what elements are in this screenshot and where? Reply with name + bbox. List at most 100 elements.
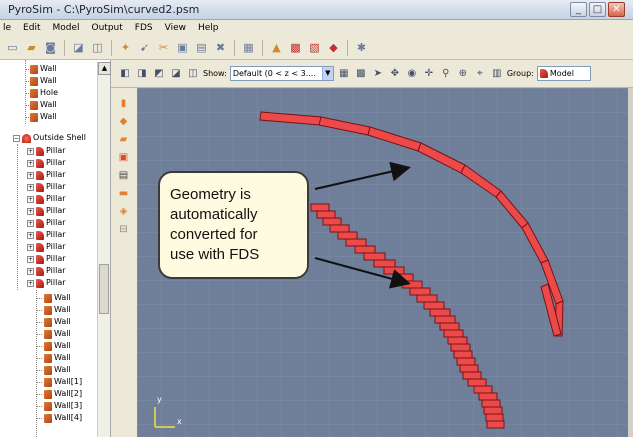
vent-tool-icon[interactable]: ▤ [117,170,130,182]
tree-item-wall[interactable]: Wall[2] [44,388,82,400]
tree-item-pillar[interactable]: + Pillar [27,145,66,157]
tree-item-pillar[interactable]: + Pillar [27,229,66,241]
menu-help[interactable]: Help [198,23,219,33]
export-icon[interactable]: ◫ [89,39,106,56]
chevron-down-icon[interactable]: ▼ [321,67,333,80]
fire-icon[interactable]: ▲ [268,39,285,56]
fds-block[interactable] [456,357,476,366]
fds-block[interactable] [345,238,367,247]
expand-icon[interactable]: + [27,195,34,203]
tree-item-pillar[interactable]: + Pillar [27,205,66,217]
menu-output[interactable]: Output [92,23,123,33]
fds-block[interactable] [373,259,396,268]
cut-icon[interactable]: ✂ [155,39,172,56]
menu-model[interactable]: Model [52,23,79,33]
fire-tool-icon[interactable]: ▬ [117,188,130,200]
fds-block[interactable] [310,203,330,212]
minimize-button[interactable]: _ [570,2,587,17]
stair-tool-icon[interactable]: ⊟ [117,224,130,236]
vent-icon[interactable]: ▧ [306,39,323,56]
expand-icon[interactable]: + [27,219,34,227]
tree-item-pillar[interactable]: + Pillar [27,253,66,265]
slab-tool-icon[interactable]: ▰ [117,134,130,146]
save-icon[interactable]: ◙ [42,39,59,56]
expand-icon[interactable]: + [27,231,34,239]
fds-block[interactable] [453,350,473,359]
menu-view[interactable]: View [165,23,186,33]
close-button[interactable]: ✕ [608,2,625,17]
fds-block[interactable] [329,224,350,233]
fds-block[interactable] [322,217,342,226]
wall-tool-icon[interactable]: ▮ [117,98,130,110]
expand-icon[interactable]: + [27,159,34,167]
tree-item[interactable]: Wall [30,75,57,87]
tree-scrollbar[interactable]: ▲ [97,62,111,437]
tree-item-pillar[interactable]: + Pillar [27,277,66,289]
fds-block[interactable] [434,315,456,324]
tree-item-wall[interactable]: Wall [44,352,71,364]
tree-item[interactable]: Wall [30,63,57,75]
maximize-button[interactable]: □ [589,2,606,17]
expand-icon[interactable]: + [27,171,34,179]
fds-block[interactable] [337,231,358,240]
obstruction-icon[interactable]: ▩ [287,39,304,56]
tree-item-wall[interactable]: Wall[3] [44,400,82,412]
fds-block[interactable] [439,322,460,331]
tree-item[interactable]: Wall [30,111,57,123]
tree-item-wall[interactable]: Wall[4] [44,412,82,424]
expand-icon[interactable]: + [27,207,34,215]
pointer-icon[interactable]: ➹ [136,39,153,56]
fds-block[interactable] [363,252,386,261]
fds-block[interactable] [416,294,438,303]
zoom-icon[interactable]: ⚲ [439,67,453,81]
roam-icon[interactable]: ◉ [405,67,419,81]
hole-tool-icon[interactable]: ◈ [117,206,130,218]
tree-item-wall[interactable]: Wall [44,316,71,328]
view-side-icon[interactable]: ◩ [152,67,166,81]
tree-item-wall[interactable]: Wall [44,304,71,316]
fds-block[interactable] [459,364,479,373]
zoom-box-icon[interactable]: ⊕ [456,67,470,81]
expand-icon[interactable]: + [27,279,34,287]
fds-block[interactable] [383,266,405,275]
crosshair-icon[interactable]: ⌖ [473,67,487,81]
view-back-icon[interactable]: ◨ [135,67,149,81]
tree-item-pillar[interactable]: + Pillar [27,217,66,229]
menu-fds[interactable]: FDS [135,23,153,33]
fds-block[interactable] [485,413,504,422]
tree-group-outside-shell[interactable]: − Outside Shell [13,132,86,144]
tree-item-wall[interactable]: Wall [44,340,71,352]
fds-block[interactable] [467,378,487,387]
expand-icon[interactable]: + [27,243,34,251]
expand-icon[interactable]: + [27,147,34,155]
wand-icon[interactable]: ✦ [117,39,134,56]
view-top-icon[interactable]: ◪ [169,67,183,81]
copy-icon[interactable]: ▣ [174,39,191,56]
delete-icon[interactable]: ✖ [212,39,229,56]
fds-block[interactable] [443,329,464,338]
material-icon[interactable]: ▥ [490,67,504,81]
tree-item-pillar[interactable]: + Pillar [27,157,66,169]
open-folder-icon[interactable]: ▰ [23,39,40,56]
fds-block[interactable] [429,308,451,317]
tree-item-pillar[interactable]: + Pillar [27,241,66,253]
grid-icon[interactable]: ▦ [240,39,257,56]
room-tool-icon[interactable]: ▣ [117,152,130,164]
tree-item-wall[interactable]: Wall [44,364,71,376]
fds-block[interactable] [473,385,493,394]
fds-block[interactable] [483,406,503,415]
tree-item-pillar[interactable]: + Pillar [27,265,66,277]
fds-block[interactable] [447,336,468,345]
import-icon[interactable]: ◪ [70,39,87,56]
fds-block[interactable] [423,301,445,310]
run-icon[interactable]: ✱ [353,39,370,56]
view-bottom-icon[interactable]: ◫ [186,67,200,81]
tree-item-wall[interactable]: Wall [44,328,71,340]
block-tool-icon[interactable]: ◆ [117,116,130,128]
fds-block[interactable] [450,343,471,352]
select-arrow-icon[interactable]: ➤ [371,67,385,81]
tree-item-pillar[interactable]: + Pillar [27,169,66,181]
pan-icon[interactable]: ✛ [422,67,436,81]
scroll-thumb[interactable] [99,264,109,314]
new-file-icon[interactable]: ▭ [4,39,21,56]
